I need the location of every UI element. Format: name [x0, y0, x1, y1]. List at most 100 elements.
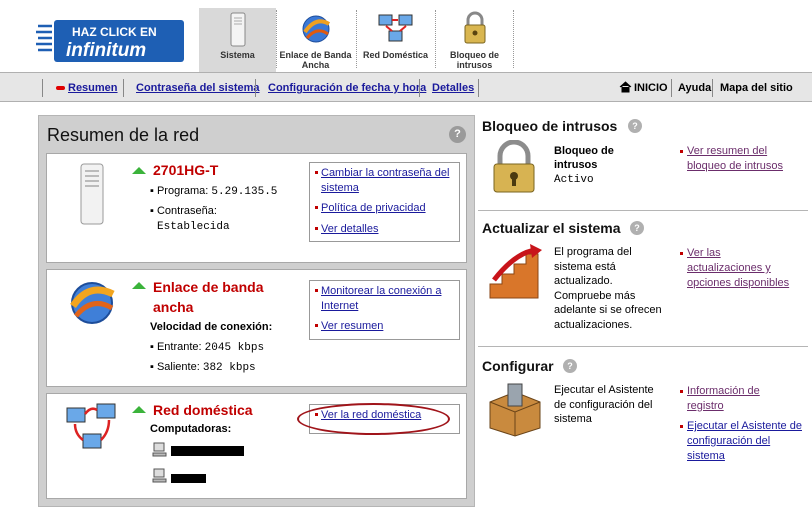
speed-label: Velocidad de conexión: [150, 321, 273, 333]
padlock-icon [493, 140, 535, 193]
nav-divider [671, 79, 672, 97]
tab-bloqueo-intrusos[interactable]: Bloqueo de intrusos [436, 8, 513, 72]
status-ok-icon [132, 282, 146, 289]
logo-line2: infinitum [66, 40, 146, 61]
link-ver-resumen[interactable]: Ver resumen [321, 319, 383, 334]
nav-ayuda[interactable]: Ayuda [678, 82, 711, 94]
bullet-dot: ▪ [150, 205, 157, 217]
modem-icon [80, 163, 104, 225]
computer-icon [152, 442, 167, 457]
globe-icon [302, 15, 331, 43]
configure-text: Ejecutar el Asistente de configuración d… [554, 384, 654, 425]
nav-divider [42, 79, 43, 97]
device-name: 2701HG-T [153, 162, 219, 178]
redacted-computer-name [171, 474, 206, 483]
infinitum-logo[interactable]: HAZ CLICK EN infinitum [36, 18, 186, 64]
program-row: ▪ Programa: 5.29.135.5 [150, 185, 277, 198]
help-icon[interactable]: ? [449, 126, 466, 143]
incoming-row: ▪ Entrante: 2045 kbps [150, 341, 264, 354]
tab-label: Sistema [220, 50, 255, 60]
nav-contrasena-sistema[interactable]: Contraseña del sistema [136, 82, 260, 94]
nav-divider [255, 79, 256, 97]
help-icon[interactable]: ? [563, 359, 577, 373]
link-cambiar-contrasena[interactable]: Cambiar la contraseña del sistema [321, 166, 457, 196]
home-icon[interactable] [619, 81, 632, 93]
outgoing-label: Saliente: [156, 361, 200, 373]
nav-divider [478, 79, 479, 97]
help-icon[interactable]: ? [628, 119, 642, 133]
current-page-marker [56, 86, 65, 90]
modem-icon [230, 12, 246, 47]
link-ver-detalles[interactable]: Ver detalles [321, 222, 378, 237]
tab-red-domestica[interactable]: Red Doméstica [357, 8, 434, 72]
update-title: Actualizar el sistema [482, 220, 621, 236]
link-ejecutar-asistente[interactable]: Ejecutar el Asistente de configuración d… [687, 419, 802, 464]
intrusion-status: Activo [554, 174, 594, 186]
bullet-dot [680, 390, 683, 393]
nav-mapa-sitio[interactable]: Mapa del sitio [720, 82, 793, 94]
computers-label: Computadoras: [150, 423, 232, 435]
logo-line1: HAZ CLICK EN [72, 25, 157, 39]
highlight-ellipse [297, 403, 450, 435]
device-card: 2701HG-T ▪ Programa: 5.29.135.5 ▪ Contra… [46, 153, 467, 263]
broadband-links: Monitorear la conexión a Internet Ver re… [309, 280, 460, 340]
bullet-dot [315, 289, 318, 292]
nav-divider [712, 79, 713, 97]
program-label: Programa: [156, 185, 209, 197]
bullet-dot: ▪ [150, 361, 157, 373]
tab-label: Enlace de Banda Ancha [279, 50, 352, 70]
outgoing-value: 382 kbps [202, 362, 256, 374]
globe-icon [70, 282, 115, 324]
logo-graphic: HAZ CLICK EN infinitum [36, 20, 184, 62]
nav-divider [123, 79, 124, 97]
intrusion-title: Bloqueo de intrusos [482, 118, 618, 134]
nav-configuracion-fecha-hora[interactable]: Configuración de fecha y hora [268, 82, 426, 94]
redacted-computer-name [171, 446, 244, 456]
nav-inicio[interactable]: INICIO [634, 82, 668, 94]
incoming-label: Entrante: [156, 341, 202, 353]
bullet-dot [315, 324, 318, 327]
bullet-dot [315, 206, 318, 209]
bullet-dot [315, 227, 318, 230]
bullet-dot [315, 171, 318, 174]
incoming-value: 2045 kbps [204, 342, 265, 354]
link-politica-privacidad[interactable]: Política de privacidad [321, 201, 426, 216]
status-ok-icon [132, 406, 146, 413]
link-informacion-registro[interactable]: Información de registro [687, 384, 767, 414]
tab-divider [513, 10, 514, 68]
link-monitorear-conexion[interactable]: Monitorear la conexión a Internet [321, 284, 457, 314]
bullet-dot [680, 425, 683, 428]
device-links: Cambiar la contraseña del sistema Políti… [309, 162, 460, 242]
intrusion-label: Bloqueo de intrusos [554, 145, 614, 171]
tab-sistema[interactable]: Sistema [199, 8, 276, 72]
nav-resumen[interactable]: Resumen [68, 82, 118, 94]
tab-enlace-banda-ancha[interactable]: Enlace de Banda Ancha [277, 8, 354, 72]
program-value: 5.29.135.5 [211, 186, 278, 198]
password-label: Contraseña: [156, 205, 217, 217]
nav-detalles[interactable]: Detalles [432, 82, 474, 94]
bullet-dot [680, 252, 683, 255]
top-header: HAZ CLICK EN infinitum Sistema Enlace de… [0, 0, 812, 72]
bullet-dot: ▪ [150, 341, 157, 353]
bullet-dot [680, 150, 683, 153]
section-divider [478, 210, 808, 211]
network-summary-panel: Resumen de la red ? 2701HG-T ▪ Programa:… [38, 115, 475, 507]
tab-label: Red Doméstica [362, 50, 429, 60]
help-icon[interactable]: ? [630, 221, 644, 235]
configure-title: Configurar [482, 358, 554, 374]
link-ver-resumen-bloqueo[interactable]: Ver resumen del bloqueo de intrusos [687, 144, 802, 174]
home-network-card: Red doméstica Computadoras: Ver la red d… [46, 393, 467, 499]
home-network-name: Red doméstica [153, 402, 253, 418]
outgoing-row: ▪ Saliente: 382 kbps [150, 361, 256, 374]
update-stairs-icon [489, 244, 542, 299]
network-computers-icon [378, 14, 413, 42]
bullet-dot: ▪ [150, 185, 157, 197]
nav-divider [419, 79, 420, 97]
panel-title: Resumen de la red [47, 125, 200, 145]
tab-label: Bloqueo de intrusos [450, 50, 499, 70]
section-divider [478, 346, 808, 347]
broadband-name: Enlace de banda ancha [153, 279, 264, 315]
link-ver-actualizaciones[interactable]: Ver las actualizaciones y opciones dispo… [687, 246, 797, 291]
status-ok-icon [132, 167, 146, 174]
computer-icon [152, 468, 167, 483]
